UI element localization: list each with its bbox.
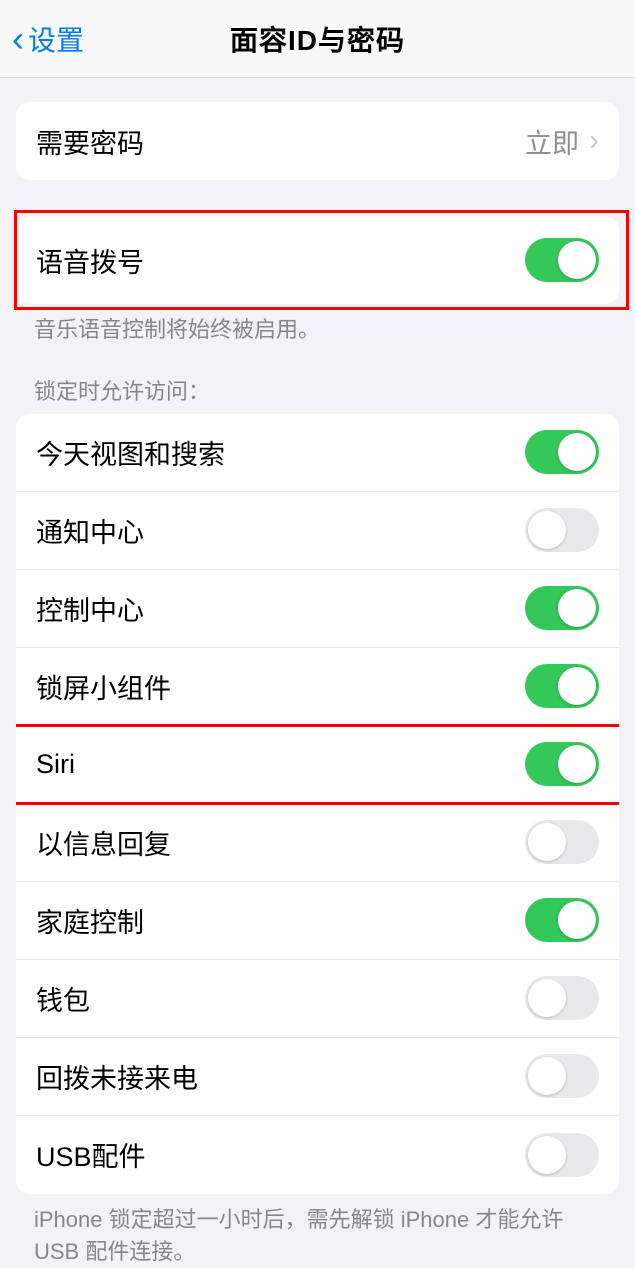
label-siri: Siri [36, 749, 525, 780]
chevron-left-icon: ‹ [12, 18, 24, 60]
toggle-wallet[interactable] [525, 976, 599, 1020]
label-widgets: 锁屏小组件 [36, 667, 525, 706]
label-control: 控制中心 [36, 589, 525, 628]
toggle-control[interactable] [525, 586, 599, 630]
group-voice-dial-wrap: 语音拨号 [16, 216, 619, 304]
toggle-notification[interactable] [525, 508, 599, 552]
value-require-passcode: 立即 [525, 122, 579, 161]
label-voice-dial: 语音拨号 [36, 241, 525, 280]
label-notification: 通知中心 [36, 511, 525, 550]
row-voice-dial: 语音拨号 [16, 216, 619, 304]
toggle-voice-dial[interactable] [525, 238, 599, 282]
row-callback: 回拨未接来电 [16, 1038, 619, 1116]
label-require-passcode: 需要密码 [36, 122, 525, 161]
toggle-usb[interactable] [525, 1133, 599, 1177]
toggle-reply[interactable] [525, 820, 599, 864]
header-allow-access: 锁定时允许访问： [0, 346, 635, 414]
toggle-home[interactable] [525, 898, 599, 942]
row-control: 控制中心 [16, 570, 619, 648]
label-callback: 回拨未接来电 [36, 1057, 525, 1096]
toggle-today[interactable] [525, 430, 599, 474]
toggle-callback[interactable] [525, 1054, 599, 1098]
row-wallet: 钱包 [16, 960, 619, 1038]
group-require-passcode: 需要密码 立即 › [16, 102, 619, 180]
label-wallet: 钱包 [36, 979, 525, 1018]
row-require-passcode[interactable]: 需要密码 立即 › [16, 102, 619, 180]
row-today: 今天视图和搜索 [16, 414, 619, 492]
chevron-right-icon: › [589, 124, 599, 158]
row-notification: 通知中心 [16, 492, 619, 570]
label-home: 家庭控制 [36, 901, 525, 940]
row-siri: Siri [16, 726, 619, 804]
group-allow-access: 今天视图和搜索 通知中心 控制中心 锁屏小组件 Siri 以信息回复 家庭控制 [16, 414, 619, 1194]
footer-usb: iPhone 锁定超过一小时后，需先解锁 iPhone 才能允许 USB 配件连… [0, 1194, 635, 1268]
label-usb: USB配件 [36, 1135, 525, 1174]
toggle-siri[interactable] [525, 742, 599, 786]
back-button[interactable]: ‹ 设置 [12, 18, 84, 60]
content: 需要密码 立即 › 语音拨号 音乐语音控制将始终被启用。 锁定时允许访问： 今天… [0, 102, 635, 1268]
group-voice-dial: 语音拨号 [16, 216, 619, 304]
back-label: 设置 [28, 19, 84, 59]
page-title: 面容ID与密码 [230, 19, 405, 59]
toggle-widgets[interactable] [525, 664, 599, 708]
footer-voice-dial: 音乐语音控制将始终被启用。 [0, 304, 635, 346]
nav-bar: ‹ 设置 面容ID与密码 [0, 0, 635, 78]
label-today: 今天视图和搜索 [36, 433, 525, 472]
label-reply: 以信息回复 [36, 823, 525, 862]
row-usb: USB配件 [16, 1116, 619, 1194]
row-reply: 以信息回复 [16, 804, 619, 882]
row-widgets: 锁屏小组件 [16, 648, 619, 726]
row-home: 家庭控制 [16, 882, 619, 960]
